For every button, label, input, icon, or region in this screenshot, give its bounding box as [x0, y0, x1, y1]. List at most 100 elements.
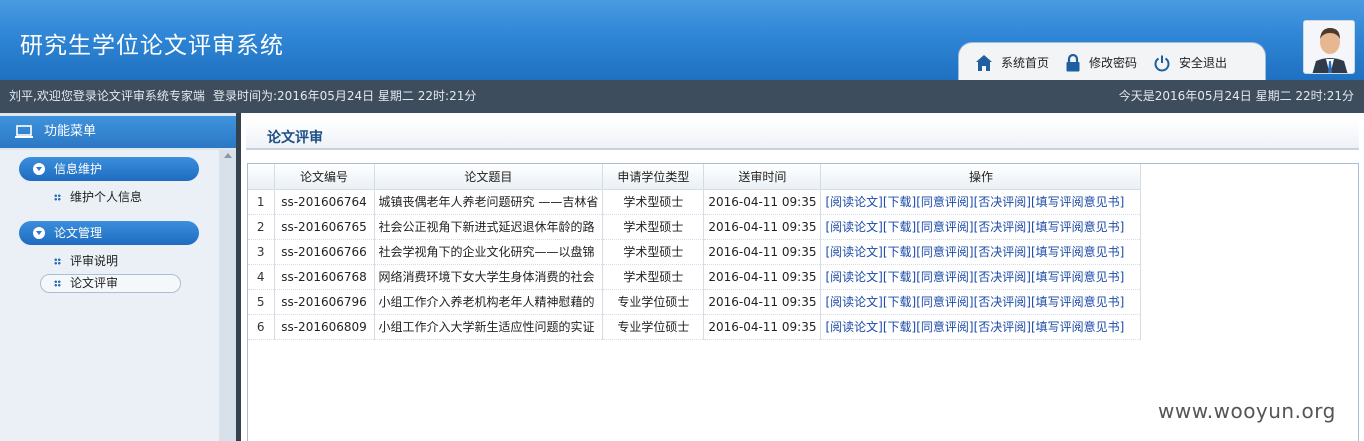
sidebar-item-profile[interactable]: 维护个人信息: [40, 188, 181, 207]
approve-review-link[interactable]: [同意评阅]: [916, 220, 973, 234]
download-link[interactable]: [下载]: [883, 270, 916, 284]
read-thesis-link[interactable]: [阅读论文]: [825, 195, 882, 209]
menu-group-thesis[interactable]: 论文管理: [19, 221, 199, 245]
menu-group-thesis-label: 论文管理: [54, 226, 103, 240]
reject-review-link[interactable]: [否决评阅]: [974, 245, 1031, 259]
degree-type: 专业学位硕士: [602, 314, 705, 340]
reject-review-link[interactable]: [否决评阅]: [974, 295, 1031, 309]
row-actions: [阅读论文][下载][同意评阅][否决评阅][填写评阅意见书]: [820, 189, 1142, 215]
nav-home-label: 系统首页: [1001, 56, 1050, 70]
today-date-text: 今天是2016年05月24日 星期二 22时:21分: [1118, 89, 1354, 103]
sidebar-title: 功能菜单: [44, 124, 97, 139]
grid-bullet-icon: [54, 194, 61, 201]
reject-review-link[interactable]: [否决评阅]: [974, 270, 1031, 284]
thesis-code: ss-201606809: [274, 314, 375, 340]
row-index: 6: [248, 314, 275, 340]
power-icon: [1154, 55, 1170, 72]
table-row: 2 ss-201606765 社会公正视角下新进式延迟退休年龄的路 学术型硕士 2016…: [248, 214, 1142, 240]
row-actions: [阅读论文][下载][同意评阅][否决评阅][填写评阅意见书]: [820, 239, 1142, 265]
menu-group-info[interactable]: 信息维护: [19, 157, 199, 181]
top-nav: 系统首页 修改密码 安全退出: [958, 42, 1266, 80]
sidebar-menu-panel: 信息维护 维护个人信息 论文管理 评审说明 论文评审: [0, 150, 219, 441]
write-opinion-link[interactable]: [填写评阅意见书]: [1031, 320, 1124, 334]
approve-review-link[interactable]: [同意评阅]: [916, 295, 973, 309]
write-opinion-link[interactable]: [填写评阅意见书]: [1031, 245, 1124, 259]
table-header-row: 论文编号 论文题目 申请学位类型 送审时间 操作: [248, 164, 1142, 190]
app-title: 研究生学位论文评审系统: [20, 33, 284, 59]
row-actions: [阅读论文][下载][同意评阅][否决评阅][填写评阅意见书]: [820, 289, 1142, 315]
col-header-time: 送审时间: [703, 164, 822, 190]
write-opinion-link[interactable]: [填写评阅意见书]: [1031, 195, 1124, 209]
download-link[interactable]: [下载]: [883, 295, 916, 309]
user-avatar-icon: [1304, 21, 1354, 73]
download-link[interactable]: [下载]: [883, 245, 916, 259]
table-body: 1 ss-201606764 城镇丧偶老年人养老问题研究 ——吉林省 学术型硕士 201…: [248, 189, 1142, 340]
nav-password-label: 修改密码: [1089, 56, 1138, 70]
row-index: 2: [248, 214, 275, 240]
app-root: 研究生学位论文评审系统 系统首页 修改密码 安全退出 刘平,欢迎您登录论文评审系…: [0, 0, 1364, 441]
grid-bullet-icon: [54, 258, 61, 265]
row-index: 3: [248, 239, 275, 265]
login-time-text: 登录时间为:2016年05月24日 星期二 22时:21分: [213, 89, 477, 103]
download-link[interactable]: [下载]: [883, 220, 916, 234]
reject-review-link[interactable]: [否决评阅]: [974, 195, 1031, 209]
sidebar: 功能菜单 信息维护 维护个人信息 论文管理 评审说明 论文评审: [0, 113, 236, 441]
submit-time: 2016-04-11 09:35: [703, 314, 822, 340]
write-opinion-link[interactable]: [填写评阅意见书]: [1031, 295, 1124, 309]
review-table: 论文编号 论文题目 申请学位类型 送审时间 操作 1 ss-201606764 城镇…: [248, 164, 1142, 340]
sidebar-item-review[interactable]: 论文评审: [40, 274, 181, 293]
nav-home-link[interactable]: 系统首页: [975, 53, 1049, 73]
section-header: 论文评审: [246, 120, 1359, 150]
thesis-title: 网络消费环境下女大学生身体消费的社会: [374, 264, 604, 290]
lock-icon: [1066, 54, 1080, 72]
user-avatar: [1303, 20, 1355, 74]
write-opinion-link[interactable]: [填写评阅意见书]: [1031, 220, 1124, 234]
monitor-icon: [15, 125, 33, 138]
nav-password-link[interactable]: 修改密码: [1065, 53, 1137, 73]
sidebar-scrollbar[interactable]: [219, 150, 236, 441]
reject-review-link[interactable]: [否决评阅]: [974, 320, 1031, 334]
row-actions: [阅读论文][下载][同意评阅][否决评阅][填写评阅意见书]: [820, 264, 1142, 290]
read-thesis-link[interactable]: [阅读论文]: [825, 245, 882, 259]
submit-time: 2016-04-11 09:35: [703, 189, 822, 215]
submit-time: 2016-04-11 09:35: [703, 214, 822, 240]
menu-group-info-label: 信息维护: [54, 162, 103, 176]
read-thesis-link[interactable]: [阅读论文]: [825, 220, 882, 234]
sidebar-item-instructions[interactable]: 评审说明: [40, 252, 181, 271]
section-title: 论文评审: [267, 130, 323, 146]
read-thesis-link[interactable]: [阅读论文]: [825, 295, 882, 309]
approve-review-link[interactable]: [同意评阅]: [916, 245, 973, 259]
download-link[interactable]: [下载]: [883, 195, 916, 209]
row-index: 1: [248, 189, 275, 215]
approve-review-link[interactable]: [同意评阅]: [916, 270, 973, 284]
thesis-title: 小组工作介入养老机构老年人精神慰藉的: [374, 289, 604, 315]
approve-review-link[interactable]: [同意评阅]: [916, 195, 973, 209]
degree-type: 学术型硕士: [602, 264, 705, 290]
home-icon: [976, 55, 992, 71]
reject-review-link[interactable]: [否决评阅]: [974, 220, 1031, 234]
read-thesis-link[interactable]: [阅读论文]: [825, 320, 882, 334]
row-index: 4: [248, 264, 275, 290]
sidebar-item-review-label: 论文评审: [70, 276, 119, 290]
write-opinion-link[interactable]: [填写评阅意见书]: [1031, 270, 1124, 284]
read-thesis-link[interactable]: [阅读论文]: [825, 270, 882, 284]
row-actions: [阅读论文][下载][同意评阅][否决评阅][填写评阅意见书]: [820, 314, 1142, 340]
thesis-title: 小组工作介入大学新生适应性问题的实证: [374, 314, 604, 340]
col-header-type: 申请学位类型: [602, 164, 705, 190]
download-link[interactable]: [下载]: [883, 320, 916, 334]
thesis-code: ss-201606764: [274, 189, 375, 215]
thesis-code: ss-201606796: [274, 289, 375, 315]
thesis-code: ss-201606768: [274, 264, 375, 290]
degree-type: 学术型硕士: [602, 189, 705, 215]
nav-logout-link[interactable]: 安全退出: [1153, 53, 1227, 73]
thesis-title: 社会公正视角下新进式延迟退休年龄的路: [374, 214, 604, 240]
degree-type: 专业学位硕士: [602, 289, 705, 315]
welcome-text: 刘平,欢迎您登录论文评审系统专家端: [9, 89, 205, 103]
col-header-code: 论文编号: [274, 164, 375, 190]
app-header: 研究生学位论文评审系统 系统首页 修改密码 安全退出: [0, 0, 1364, 80]
collapse-icon: [33, 163, 45, 175]
watermark-text: www.wooyun.org: [1158, 399, 1336, 423]
scroll-up-icon[interactable]: [224, 153, 232, 158]
thesis-title: 社会学视角下的企业文化研究——以盘锦: [374, 239, 604, 265]
approve-review-link[interactable]: [同意评阅]: [916, 320, 973, 334]
